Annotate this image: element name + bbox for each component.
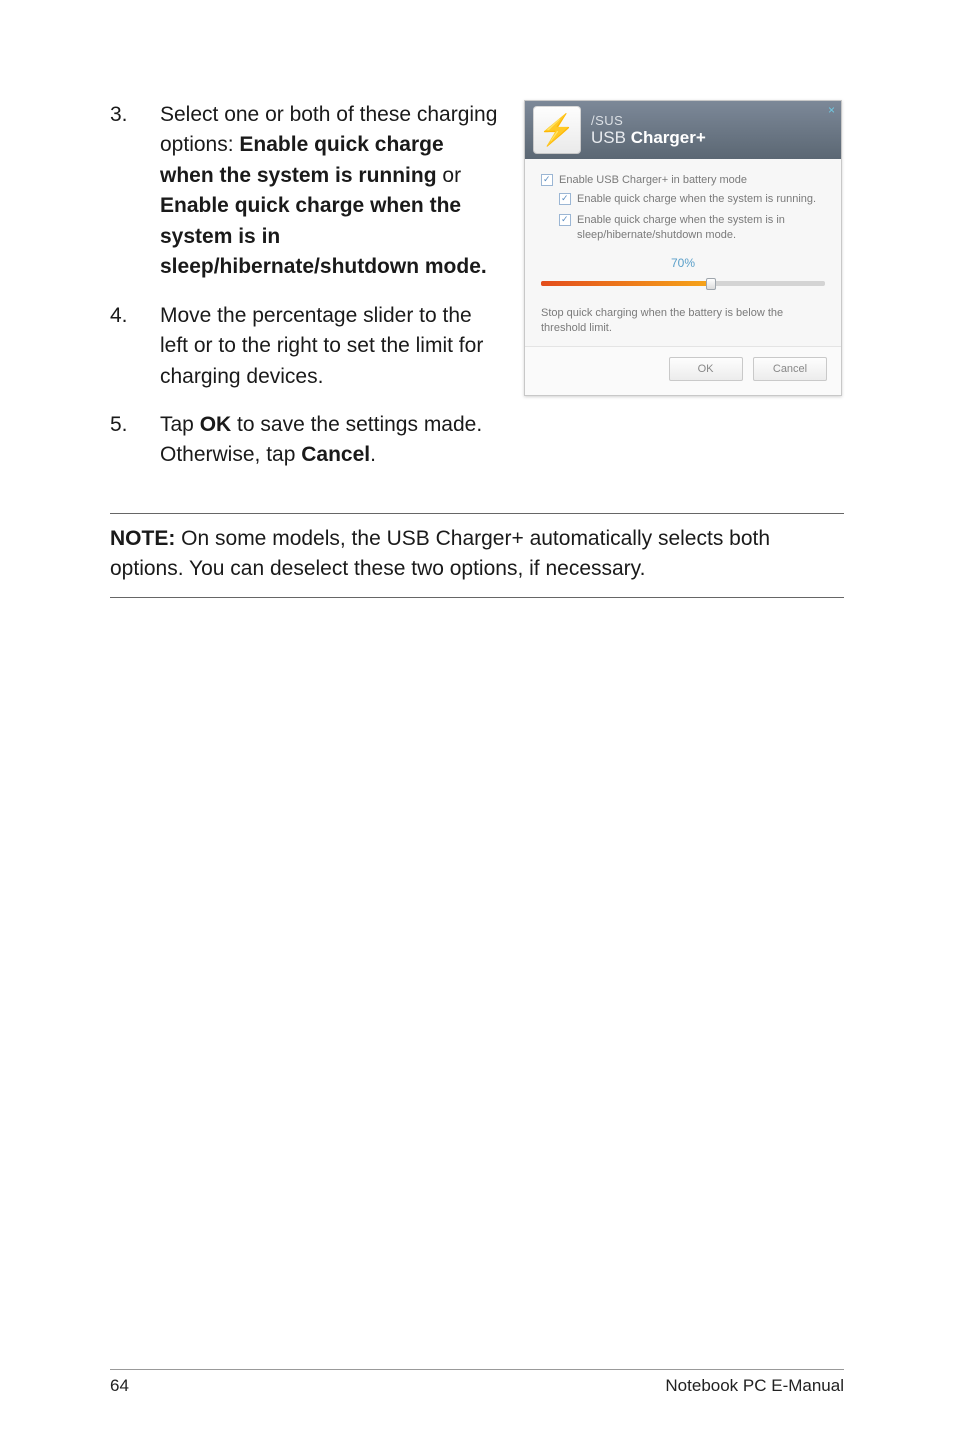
main-checkbox-label: Enable USB Charger+ in battery mode bbox=[559, 173, 747, 188]
usb-charger-dialog: ⚡ /SUS USB Charger+ × Enable USB Charger… bbox=[524, 100, 842, 396]
note-label: NOTE: bbox=[110, 527, 175, 550]
main-checkbox-row: Enable USB Charger+ in battery mode bbox=[541, 173, 825, 188]
sub-options: Enable quick charge when the system is r… bbox=[559, 192, 825, 243]
bolt-icon: ⚡ bbox=[538, 113, 575, 148]
close-icon[interactable]: × bbox=[828, 103, 835, 117]
slider-fill bbox=[541, 281, 711, 286]
dialog-titles: /SUS USB Charger+ bbox=[591, 113, 706, 148]
step-3: 3. Select one or both of these charging … bbox=[110, 100, 500, 283]
step-text: Tap OK to save the settings made. Otherw… bbox=[160, 410, 500, 471]
product-label: USB Charger+ bbox=[591, 128, 706, 147]
document-page: 3. Select one or both of these charging … bbox=[0, 0, 954, 1438]
threshold-text: Stop quick charging when the battery is … bbox=[541, 306, 825, 336]
sub-checkbox-row-1: Enable quick charge when the system is r… bbox=[559, 192, 825, 207]
product-bold: Charger+ bbox=[631, 128, 706, 147]
brand-label: /SUS bbox=[591, 113, 706, 128]
text-run: . bbox=[370, 443, 376, 466]
footer-title: Notebook PC E-Manual bbox=[665, 1376, 844, 1396]
dialog-buttons: OK Cancel bbox=[525, 346, 841, 395]
content-area: 3. Select one or both of these charging … bbox=[110, 100, 844, 489]
step-4: 4. Move the percentage slider to the lef… bbox=[110, 301, 500, 392]
checkbox-icon[interactable] bbox=[559, 214, 571, 226]
ok-button[interactable]: OK bbox=[669, 357, 743, 381]
steps-column: 3. Select one or both of these charging … bbox=[110, 100, 500, 489]
threshold-slider[interactable] bbox=[541, 276, 825, 290]
app-icon: ⚡ bbox=[533, 106, 581, 154]
dialog-body: Enable USB Charger+ in battery mode Enab… bbox=[525, 159, 841, 346]
note-text: On some models, the USB Charger+ automat… bbox=[110, 527, 770, 580]
slider-thumb[interactable] bbox=[706, 278, 716, 290]
text-bold: Enable quick charge when the system is i… bbox=[160, 194, 487, 278]
text-run: or bbox=[437, 164, 462, 187]
checkbox-icon[interactable] bbox=[559, 193, 571, 205]
dialog-column: ⚡ /SUS USB Charger+ × Enable USB Charger… bbox=[524, 100, 844, 489]
step-text: Move the percentage slider to the left o… bbox=[160, 301, 500, 392]
text-run: Tap bbox=[160, 413, 200, 436]
step-text: Select one or both of these charging opt… bbox=[160, 100, 500, 283]
step-number: 5. bbox=[110, 410, 160, 471]
step-number: 3. bbox=[110, 100, 160, 283]
sub-checkbox-label-2: Enable quick charge when the system is i… bbox=[577, 213, 825, 243]
page-number: 64 bbox=[110, 1376, 129, 1396]
step-number: 4. bbox=[110, 301, 160, 392]
page-footer: 64 Notebook PC E-Manual bbox=[110, 1369, 844, 1396]
sub-checkbox-label-1: Enable quick charge when the system is r… bbox=[577, 192, 816, 207]
sub-checkbox-row-2: Enable quick charge when the system is i… bbox=[559, 213, 825, 243]
cancel-button[interactable]: Cancel bbox=[753, 357, 827, 381]
percentage-value: 70% bbox=[541, 256, 825, 270]
checkbox-icon[interactable] bbox=[541, 174, 553, 186]
note-box: NOTE: On some models, the USB Charger+ a… bbox=[110, 513, 844, 598]
product-prefix: USB bbox=[591, 128, 631, 147]
step-5: 5. Tap OK to save the settings made. Oth… bbox=[110, 410, 500, 471]
text-bold: OK bbox=[200, 413, 232, 436]
text-run: Move the percentage slider to the left o… bbox=[160, 304, 483, 388]
text-bold: Cancel bbox=[301, 443, 370, 466]
percentage-area: 70% bbox=[541, 256, 825, 290]
dialog-header: ⚡ /SUS USB Charger+ × bbox=[525, 101, 841, 159]
